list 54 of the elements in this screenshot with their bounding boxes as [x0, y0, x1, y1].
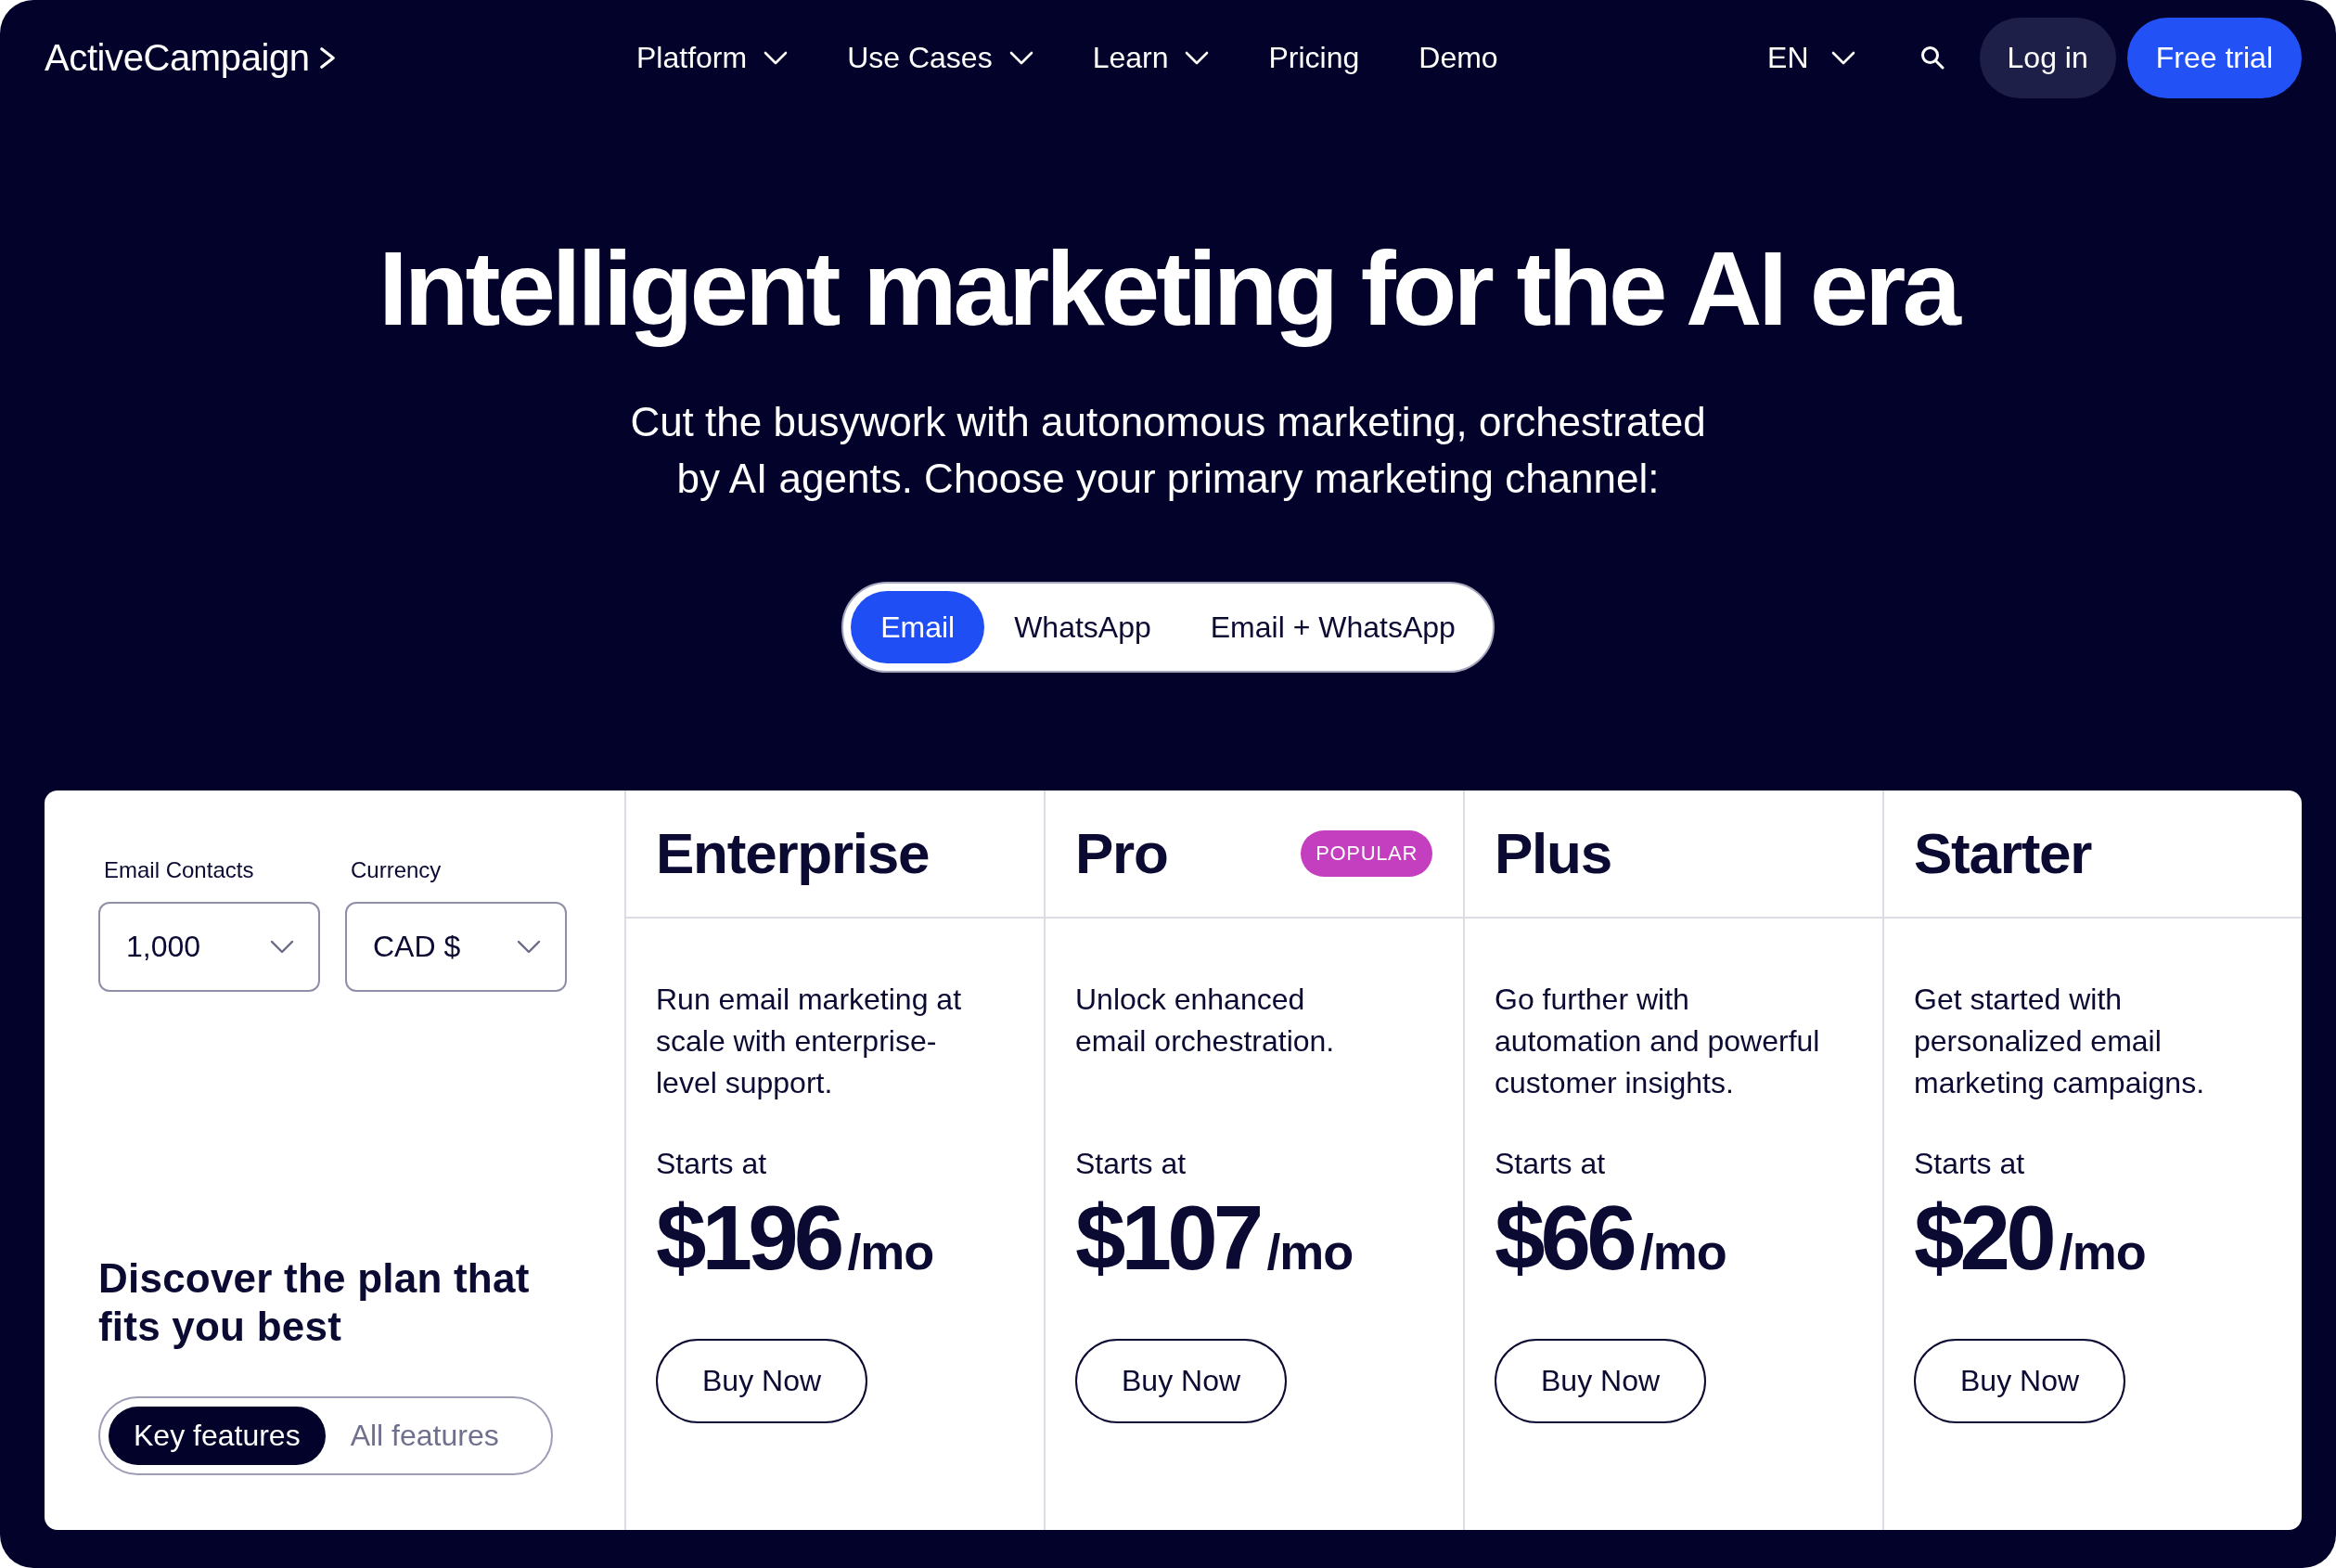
plan-name: Pro [1075, 825, 1168, 882]
chevron-down-icon [1008, 50, 1033, 65]
search-button[interactable] [1919, 45, 1945, 70]
buy-now-button[interactable]: Buy Now [1495, 1339, 1707, 1423]
nav-menu-item[interactable]: Use Cases [847, 40, 1033, 75]
hero-subtitle: Cut the busywork with autonomous marketing, orchestrated by AI agents. Choose your primary marketing channel: [629, 398, 1707, 503]
price-label: Starts at [1495, 1146, 1606, 1182]
price-period: /mo [1639, 1227, 1726, 1277]
contacts-select[interactable]: 1,000 [98, 902, 320, 992]
price-label: Starts at [1914, 1146, 2025, 1182]
price-period: /mo [847, 1227, 934, 1277]
buy-now-button[interactable]: Buy Now [656, 1339, 868, 1423]
nav-link[interactable]: Demo [1418, 40, 1498, 75]
chevron-down-icon [1830, 50, 1855, 65]
section-heading: Discover the plan that fits you best [98, 1254, 531, 1351]
field-label: Email Contacts [103, 856, 254, 884]
login-button[interactable]: Log in [1979, 17, 2116, 98]
free-trial-button[interactable]: Free trial [2126, 17, 2302, 98]
buy-now-button[interactable]: Buy Now [1075, 1339, 1288, 1423]
price-label: Starts at [1075, 1146, 1187, 1182]
feature-view-tab[interactable]: All features [325, 1407, 524, 1465]
chevron-right-icon [318, 45, 336, 70]
nav-link[interactable]: Pricing [1268, 40, 1360, 75]
price-amount: $66 [1495, 1192, 1633, 1283]
price-amount: $196 [656, 1192, 841, 1283]
field-label: Currency [350, 856, 442, 884]
plan-description: Unlock enhanced email orchestration. [1075, 982, 1336, 1060]
chevron-down-icon [517, 940, 541, 954]
chevron-down-icon [1185, 50, 1210, 65]
plan-description: Go further with automation and powerful customer insights. [1495, 982, 1821, 1101]
feature-view-tab[interactable]: Key features [109, 1407, 326, 1465]
plan-description: Get started with personalized email marketing campaigns. [1914, 982, 2206, 1101]
channel-tab[interactable]: Email [851, 591, 985, 663]
price-period: /mo [2059, 1227, 2146, 1277]
channel-tab[interactable]: WhatsApp [984, 591, 1181, 663]
currency-select[interactable]: CAD $ [345, 902, 567, 992]
chevron-down-icon [764, 50, 789, 65]
plan-name: Starter [1914, 825, 2092, 882]
plan-badge: POPULAR [1301, 830, 1432, 877]
buy-now-button[interactable]: Buy Now [1914, 1339, 2126, 1423]
logo-link[interactable]: ActiveCampaign [45, 36, 336, 79]
plan-name: Plus [1495, 825, 1611, 882]
price-amount: $107 [1075, 1192, 1260, 1283]
price-label: Starts at [656, 1146, 767, 1182]
price-period: /mo [1266, 1227, 1354, 1277]
nav-menu-item[interactable]: Platform [636, 40, 789, 75]
language-selector[interactable]: EN [1767, 40, 1855, 75]
chevron-down-icon [270, 940, 294, 954]
plan-description: Run email marketing at scale with enterprise-level support. [656, 982, 963, 1101]
search-icon [1919, 45, 1945, 70]
channel-tab[interactable]: Email + WhatsApp [1180, 591, 1485, 663]
nav-menu-item[interactable]: Learn [1092, 40, 1210, 75]
price-amount: $20 [1914, 1192, 2052, 1283]
hero-title: Intelligent marketing for the AI era [379, 230, 1957, 346]
